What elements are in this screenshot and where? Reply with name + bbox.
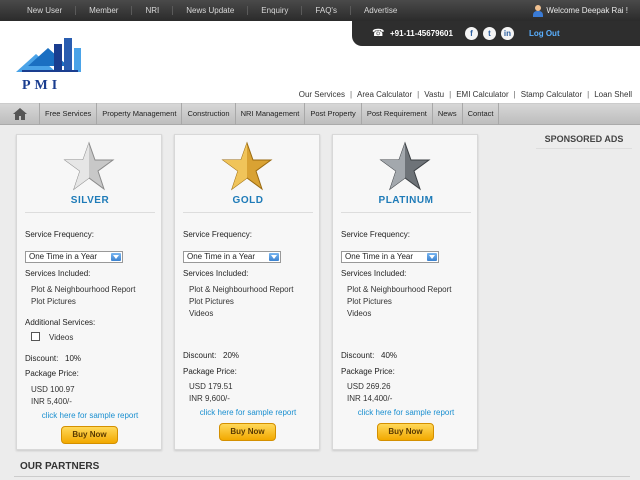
service-item: Plot & Neighbourhood Report <box>189 285 294 294</box>
menu-construction[interactable]: Construction <box>182 103 236 125</box>
service-item: Videos <box>189 309 214 318</box>
freq-label: Service Frequency: <box>341 230 410 239</box>
buy-now-button[interactable]: Buy Now <box>61 426 118 444</box>
sample-report-link[interactable]: click here for sample report <box>17 411 163 420</box>
top-nav: New User Member NRI News Update Enquiry … <box>14 0 410 21</box>
chevron-down-icon <box>111 253 121 261</box>
top-nav-news-update[interactable]: News Update <box>172 6 247 15</box>
videos-checkbox[interactable] <box>31 332 40 341</box>
linkedin-icon[interactable]: in <box>500 27 514 40</box>
twitter-icon[interactable]: t <box>482 27 496 40</box>
top-nav-faqs[interactable]: FAQ's <box>301 6 350 15</box>
plan-title: PLATINUM <box>378 195 434 206</box>
platinum-star-icon <box>379 141 431 191</box>
freq-label: Service Frequency: <box>183 230 252 239</box>
service-item: Plot Pictures <box>189 297 234 306</box>
phone-icon: ☎ <box>372 27 385 39</box>
main-menu: Free Services Property Management Constr… <box>0 103 640 125</box>
welcome-text: Welcome Deepak Rai ! <box>546 6 628 15</box>
plan-title: GOLD <box>232 195 264 206</box>
gold-star-icon <box>221 141 273 191</box>
services-label: Services Included: <box>183 269 249 278</box>
price-label: Package Price: <box>25 369 79 378</box>
services-label: Services Included: <box>341 269 407 278</box>
frequency-select[interactable]: One Time in a Year <box>25 251 123 263</box>
silver-star-icon <box>63 141 115 191</box>
link-loan-shell[interactable]: Loan Shell <box>594 90 632 99</box>
service-item: Plot & Neighbourhood Report <box>31 285 136 294</box>
top-nav-enquiry[interactable]: Enquiry <box>247 6 301 15</box>
menu-contact[interactable]: Contact <box>463 103 500 125</box>
sample-report-link[interactable]: click here for sample report <box>333 408 479 417</box>
price-usd: USD 100.97 <box>31 385 75 394</box>
price-inr: INR 5,400/- <box>31 397 72 406</box>
facebook-icon[interactable]: f <box>464 27 478 40</box>
link-area-calculator[interactable]: Area Calculator <box>357 90 412 99</box>
logo-text: PMI <box>22 78 62 93</box>
menu-free-services[interactable]: Free Services <box>40 103 98 125</box>
buy-now-button[interactable]: Buy Now <box>219 423 276 441</box>
freq-label: Service Frequency: <box>25 230 94 239</box>
logout-link[interactable]: Log Out <box>529 29 560 38</box>
discount-value: 40% <box>381 351 398 360</box>
chevron-down-icon <box>269 253 279 261</box>
service-item: Plot Pictures <box>347 297 392 306</box>
secondary-links: Our Services | Area Calculator | Vastu | EM… <box>298 90 632 99</box>
price-inr: INR 9,600/- <box>189 394 230 403</box>
discount-value: 20% <box>223 351 240 360</box>
menu-post-property[interactable]: Post Property <box>305 103 362 125</box>
price-label: Package Price: <box>183 367 237 376</box>
top-nav-advertise[interactable]: Advertise <box>349 6 410 15</box>
buy-now-button[interactable]: Buy Now <box>377 423 434 441</box>
plan-title: SILVER <box>70 195 110 206</box>
chevron-down-icon <box>427 253 437 261</box>
service-item: Plot & Neighbourhood Report <box>347 285 452 294</box>
discount-label: Discount: 20% <box>183 351 240 360</box>
menu-property-management[interactable]: Property Management <box>97 103 183 125</box>
discount-label: Discount: 40% <box>341 351 398 360</box>
discount-label: Discount: 10% <box>25 354 82 363</box>
frequency-select[interactable]: One Time in a Year <box>183 251 281 263</box>
plan-card-platinum: PLATINUM Service Frequency: One Time in … <box>332 134 478 450</box>
menu-post-requirement[interactable]: Post Requirement <box>362 103 433 125</box>
link-our-services[interactable]: Our Services <box>299 90 345 99</box>
top-bar: New User Member NRI News Update Enquiry … <box>0 0 640 21</box>
top-nav-nri[interactable]: NRI <box>131 6 172 15</box>
menu-news[interactable]: News <box>433 103 463 125</box>
service-item: Plot Pictures <box>31 297 76 306</box>
menu-nri-management[interactable]: NRI Management <box>236 103 306 125</box>
top-nav-new-user[interactable]: New User <box>14 6 75 15</box>
contact-bar: ☎ +91-11-45679601 f t in Log Out <box>352 21 640 46</box>
services-label: Services Included: <box>25 269 91 278</box>
link-vastu[interactable]: Vastu <box>424 90 444 99</box>
phone-number: +91-11-45679601 <box>390 29 453 38</box>
service-item: Videos <box>347 309 372 318</box>
frequency-select[interactable]: One Time in a Year <box>341 251 439 263</box>
user-avatar-icon <box>532 4 544 17</box>
sample-report-link[interactable]: click here for sample report <box>175 408 321 417</box>
sponsored-ads-heading: SPONSORED ADS <box>536 134 632 149</box>
link-stamp-calculator[interactable]: Stamp Calculator <box>521 90 582 99</box>
videos-checkbox-label: Videos <box>49 333 74 342</box>
discount-value: 10% <box>65 354 82 363</box>
price-usd: USD 179.51 <box>189 382 233 391</box>
price-label: Package Price: <box>341 367 395 376</box>
plan-card-silver: SILVER Service Frequency: One Time in a … <box>16 134 162 450</box>
our-partners-heading: OUR PARTNERS <box>20 461 100 472</box>
additional-label: Additional Services: <box>25 318 96 327</box>
top-nav-member[interactable]: Member <box>75 6 131 15</box>
home-icon[interactable] <box>0 103 40 125</box>
link-emi-calculator[interactable]: EMI Calculator <box>456 90 508 99</box>
plan-card-gold: GOLD Service Frequency: One Time in a Ye… <box>174 134 320 450</box>
price-usd: USD 269.26 <box>347 382 391 391</box>
price-inr: INR 14,400/- <box>347 394 393 403</box>
welcome-area: Welcome Deepak Rai ! <box>532 0 628 21</box>
